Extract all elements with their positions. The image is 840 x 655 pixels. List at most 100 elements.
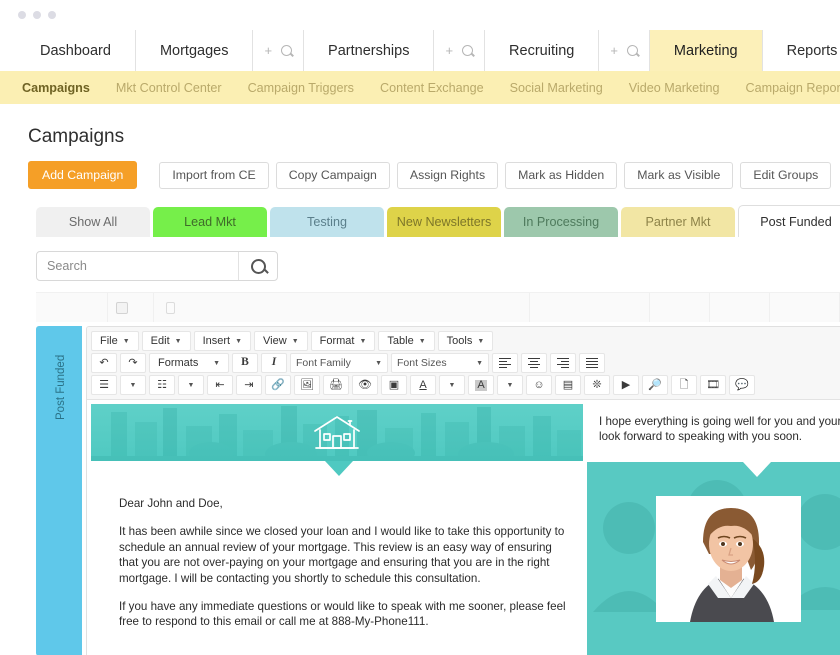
- text-color-icon[interactable]: A: [410, 375, 436, 395]
- youtube-icon[interactable]: ▶: [613, 375, 639, 395]
- category-tab-partner-mkt[interactable]: Partner Mkt: [621, 207, 735, 237]
- numbered-list-dropdown-icon[interactable]: ▼: [178, 375, 204, 395]
- subnav-item-social-marketing[interactable]: Social Marketing: [497, 81, 616, 95]
- page-icon[interactable]: 🗋: [671, 375, 697, 395]
- tab-dashboard[interactable]: Dashboard: [16, 30, 135, 71]
- align-center-icon[interactable]: [521, 353, 547, 373]
- bullet-list-icon[interactable]: ☰: [91, 375, 117, 395]
- font-size-dropdown[interactable]: Font Sizes ▼: [391, 353, 489, 373]
- video-file-icon[interactable]: 🎞: [700, 375, 726, 395]
- menu-edit-label: Edit: [150, 335, 170, 347]
- numbered-list-icon[interactable]: ☷: [149, 375, 175, 395]
- marketing-subnav: Campaigns Mkt Control Center Campaign Tr…: [0, 71, 840, 104]
- emoticon-icon[interactable]: ☺: [526, 375, 552, 395]
- tab-mortgages-tools: +: [252, 30, 303, 71]
- outdent-icon[interactable]: ⇤: [207, 375, 233, 395]
- subnav-item-campaigns[interactable]: Campaigns: [22, 81, 103, 95]
- undo-icon[interactable]: ↶: [91, 353, 117, 373]
- background-color-dropdown-icon[interactable]: ▼: [497, 375, 523, 395]
- email-canvas[interactable]: Dear John and Doe, It has been awhile si…: [87, 400, 840, 655]
- application-window: Dashboard Mortgages + Partnerships + Rec…: [0, 0, 840, 655]
- category-tab-new-newsletters[interactable]: New Newsletters: [387, 207, 501, 237]
- preview-icon[interactable]: 👁: [352, 375, 378, 395]
- tab-recruiting-label: Recruiting: [509, 42, 575, 59]
- select-all-checkbox[interactable]: [116, 301, 129, 314]
- tab-mortgages[interactable]: Mortgages: [134, 30, 253, 71]
- menu-file[interactable]: File ▼: [91, 331, 139, 351]
- search-input[interactable]: [37, 252, 238, 280]
- campaign-editor-region: Post Funded File ▼ Edit ▼ Insert ▼ View ▼ Fo…: [36, 326, 840, 655]
- email-greeting: Dear John and Doe,: [119, 497, 223, 510]
- menu-table[interactable]: Table ▼: [378, 331, 435, 351]
- email-right-column: I hope everything is going well for you …: [587, 404, 840, 655]
- copy-campaign-button[interactable]: Copy Campaign: [275, 161, 390, 189]
- page-body: Campaigns Add Campaign Import from CE Co…: [0, 104, 840, 655]
- search-icon[interactable]: [626, 45, 638, 56]
- main-tabstrip: Dashboard Mortgages + Partnerships + Rec…: [16, 30, 840, 71]
- add-icon[interactable]: +: [445, 44, 453, 57]
- menu-edit[interactable]: Edit ▼: [141, 331, 191, 351]
- menu-insert[interactable]: Insert ▼: [193, 331, 252, 351]
- mark-as-visible-button[interactable]: Mark as Visible: [624, 161, 734, 189]
- category-tabs: Show All Lead Mkt Testing New Newsletter…: [0, 205, 840, 237]
- print-icon[interactable]: 🖨: [323, 375, 349, 395]
- email-right-text: I hope everything is going well for you …: [599, 415, 840, 444]
- menu-view[interactable]: View ▼: [254, 331, 308, 351]
- import-from-ce-button[interactable]: Import from CE: [159, 161, 269, 189]
- template-icon[interactable]: ▤: [555, 375, 581, 395]
- category-tab-show-all[interactable]: Show All: [36, 207, 150, 237]
- bullet-list-dropdown-icon[interactable]: ▼: [120, 375, 146, 395]
- menu-tools[interactable]: Tools ▼: [437, 331, 494, 351]
- search-icon[interactable]: [281, 45, 293, 56]
- image-icon[interactable]: 🖼: [294, 375, 320, 395]
- font-family-label: Font Family: [296, 357, 351, 369]
- text-color-dropdown-icon[interactable]: ▼: [439, 375, 465, 395]
- italic-button[interactable]: I: [261, 353, 287, 373]
- add-icon[interactable]: +: [610, 44, 618, 57]
- category-tab-post-funded[interactable]: Post Funded: [738, 205, 840, 237]
- page-title: Campaigns: [28, 126, 125, 147]
- category-tab-lead-mkt[interactable]: Lead Mkt: [153, 207, 267, 237]
- background-color-icon[interactable]: A: [468, 375, 494, 395]
- bold-button[interactable]: B: [232, 353, 258, 373]
- column-toggle-icon[interactable]: [166, 301, 176, 314]
- tab-reports[interactable]: Reports: [761, 30, 840, 71]
- vertical-tab-post-funded[interactable]: Post Funded: [36, 326, 82, 655]
- media-icon[interactable]: ▣: [381, 375, 407, 395]
- tab-recruiting[interactable]: Recruiting: [484, 30, 599, 71]
- search-button[interactable]: [238, 252, 277, 280]
- menu-format[interactable]: Format ▼: [310, 331, 376, 351]
- subnav-item-mkt-control-center[interactable]: Mkt Control Center: [103, 81, 235, 95]
- category-tab-in-processing[interactable]: In Processing: [504, 207, 618, 237]
- assign-rights-button[interactable]: Assign Rights: [396, 161, 499, 189]
- window-maximize-dot[interactable]: [48, 11, 56, 19]
- formats-label: Formats: [158, 357, 199, 369]
- comment-icon[interactable]: 💬: [729, 375, 755, 395]
- tab-partnerships[interactable]: Partnerships: [303, 30, 434, 71]
- align-justify-icon[interactable]: [579, 353, 605, 373]
- tab-marketing[interactable]: Marketing: [648, 30, 762, 71]
- search-icon[interactable]: [462, 45, 474, 56]
- align-right-icon[interactable]: [550, 353, 576, 373]
- subnav-item-content-exchange[interactable]: Content Exchange: [367, 81, 497, 95]
- tab-recruiting-tools: +: [598, 30, 649, 71]
- formats-dropdown[interactable]: Formats ▼: [149, 353, 229, 373]
- add-campaign-button[interactable]: Add Campaign: [28, 161, 138, 189]
- subnav-item-campaign-triggers[interactable]: Campaign Triggers: [235, 81, 367, 95]
- redo-icon[interactable]: ↷: [120, 353, 146, 373]
- align-left-icon[interactable]: [492, 353, 518, 373]
- font-family-dropdown[interactable]: Font Family ▼: [290, 353, 388, 373]
- link-icon[interactable]: 🔗: [265, 375, 291, 395]
- edit-groups-button[interactable]: Edit Groups: [740, 161, 832, 189]
- indent-icon[interactable]: ⇥: [236, 375, 262, 395]
- category-tab-testing[interactable]: Testing: [270, 207, 384, 237]
- search-replace-icon[interactable]: 🔎: [642, 375, 668, 395]
- add-icon[interactable]: +: [264, 44, 272, 57]
- email-hero-banner: [91, 404, 583, 461]
- window-minimize-dot[interactable]: [33, 11, 41, 19]
- mark-as-hidden-button[interactable]: Mark as Hidden: [505, 161, 618, 189]
- window-close-dot[interactable]: [18, 11, 26, 19]
- subnav-item-campaign-reports[interactable]: Campaign Reports: [733, 81, 840, 95]
- subnav-item-video-marketing[interactable]: Video Marketing: [616, 81, 733, 95]
- layers-icon[interactable]: ❊: [584, 375, 610, 395]
